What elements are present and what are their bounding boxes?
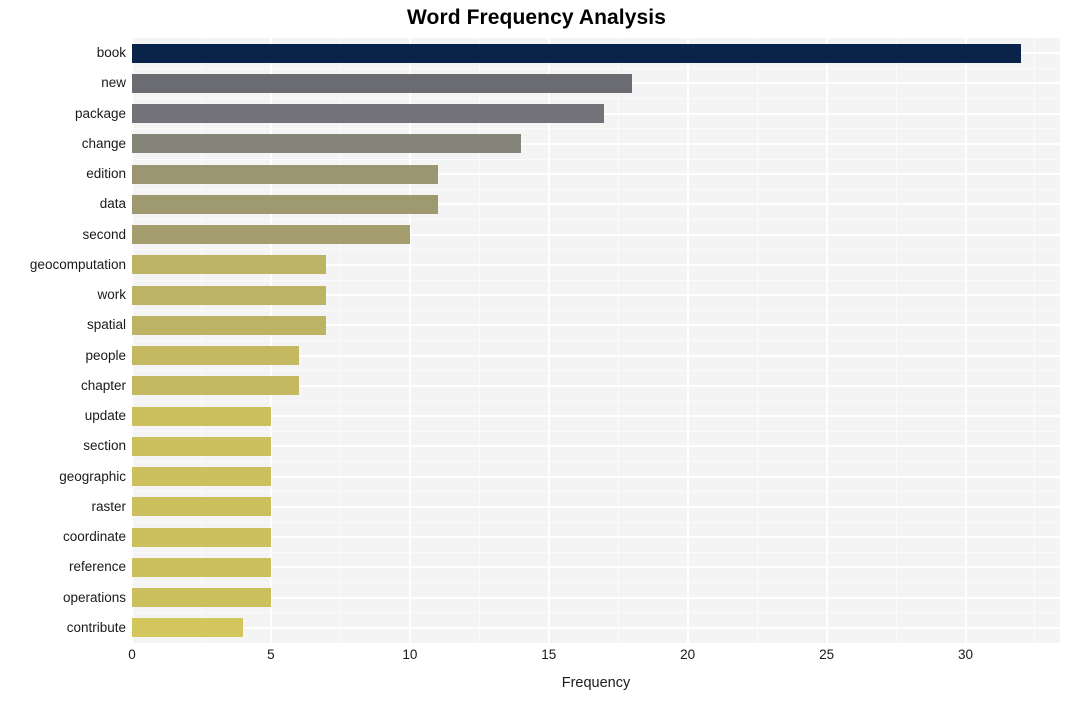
gridline-horizontal-minor <box>132 491 1060 493</box>
gridline-horizontal-major <box>132 445 1060 448</box>
bar <box>132 497 271 517</box>
y-tick-label: reference <box>68 559 126 575</box>
gridline-horizontal-minor <box>132 67 1060 69</box>
gridline-horizontal-minor <box>132 158 1060 160</box>
gridline-horizontal-minor <box>132 461 1060 462</box>
gridline-horizontal-minor <box>132 430 1060 432</box>
bar <box>132 588 271 608</box>
bar <box>132 285 327 305</box>
x-axis-tick-labels: 0 5 10 15 20 25 30 <box>128 647 1060 670</box>
x-axis-title: Frequency <box>561 675 631 691</box>
bar <box>132 134 521 154</box>
chart-title: Word Frequency Analysis <box>406 6 667 29</box>
gridline-horizontal-minor <box>132 279 1060 281</box>
bar <box>132 557 271 577</box>
y-tick-label: raster <box>91 498 126 514</box>
gridline-horizontal-major <box>132 505 1060 508</box>
y-tick-label: chapter <box>80 377 126 393</box>
gridline-horizontal-major <box>132 415 1060 418</box>
gridline-horizontal-major <box>132 475 1060 478</box>
y-tick-label: change <box>81 135 126 151</box>
gridline-horizontal-minor <box>132 612 1060 614</box>
y-tick-label: people <box>85 347 126 363</box>
bar <box>132 527 271 547</box>
word-frequency-chart: Word Frequency Analysis book new package ch… <box>0 0 1073 701</box>
gridline-horizontal-minor <box>132 128 1060 130</box>
y-tick-label: operations <box>62 589 126 605</box>
gridline-horizontal-minor <box>132 582 1060 583</box>
x-tick-label: 15 <box>541 647 557 662</box>
gridline-horizontal-minor <box>132 521 1060 523</box>
bar <box>132 225 410 245</box>
bar <box>132 467 271 487</box>
bar <box>132 436 271 456</box>
x-tick-label: 20 <box>680 647 696 662</box>
bar <box>132 376 299 396</box>
x-tick-label: 10 <box>402 647 418 662</box>
y-tick-label: geographic <box>59 468 126 484</box>
gridline-horizontal-minor <box>132 400 1060 402</box>
y-tick-label: section <box>83 438 126 454</box>
y-tick-label: update <box>84 408 126 424</box>
plot-panel <box>132 38 1060 643</box>
gridline-horizontal-major <box>132 596 1060 599</box>
gridline-horizontal-minor <box>132 249 1060 251</box>
gridline-horizontal-major <box>132 536 1060 539</box>
bar <box>132 194 438 214</box>
bar <box>132 104 605 124</box>
gridline-horizontal-minor <box>132 188 1060 190</box>
gridline-horizontal-major <box>132 566 1060 569</box>
bar <box>132 164 438 184</box>
x-tick-label: 30 <box>958 647 974 662</box>
gridline-horizontal-minor <box>132 219 1060 220</box>
y-tick-label: edition <box>86 166 126 182</box>
bar <box>132 315 327 335</box>
gridline-horizontal-minor <box>132 340 1060 341</box>
bar <box>132 346 299 366</box>
x-tick-label: 5 <box>267 647 275 662</box>
y-tick-label: work <box>97 287 126 303</box>
y-tick-label: second <box>82 226 126 242</box>
y-tick-label: geocomputation <box>29 256 126 272</box>
bar <box>132 406 271 426</box>
y-tick-label: spatial <box>86 317 126 333</box>
gridline-horizontal-minor <box>132 98 1060 99</box>
x-tick-label: 0 <box>128 647 136 662</box>
gridline-horizontal-minor <box>132 551 1060 553</box>
bar <box>132 255 327 275</box>
y-tick-label: data <box>99 196 126 212</box>
y-axis-tick-labels: book new package change edition data second geo… <box>0 38 126 643</box>
gridline-horizontal-minor <box>132 370 1060 372</box>
bar <box>132 43 1022 63</box>
y-tick-label: package <box>74 105 126 121</box>
gridline-horizontal-major <box>132 626 1060 629</box>
y-tick-label: contribute <box>66 619 126 635</box>
gridline-horizontal-minor <box>132 309 1060 311</box>
y-tick-label: new <box>101 75 126 91</box>
x-tick-label: 25 <box>819 647 835 662</box>
gridline-horizontal-minor <box>132 642 1060 643</box>
bar <box>132 618 244 638</box>
y-tick-label: coordinate <box>62 529 126 545</box>
bar <box>132 73 633 93</box>
y-tick-label: book <box>96 45 126 61</box>
